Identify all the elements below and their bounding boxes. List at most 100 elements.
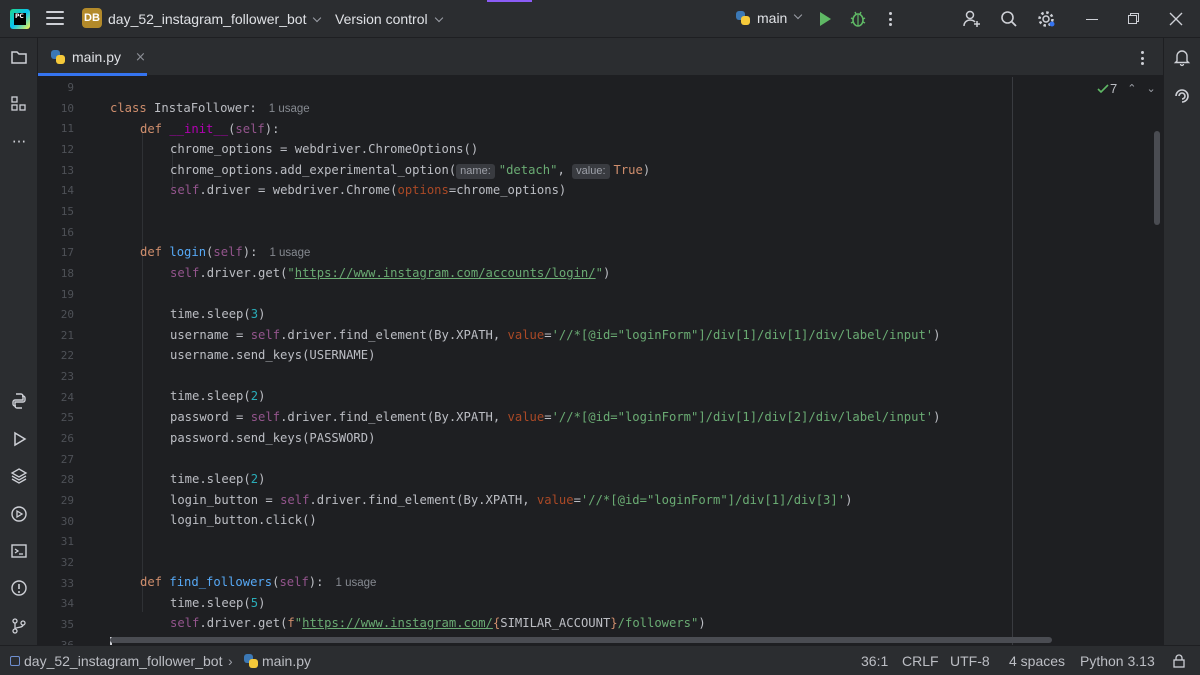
line-number: 24 <box>60 390 74 404</box>
git-icon[interactable] <box>8 616 30 638</box>
line-number: 11 <box>60 122 74 136</box>
code-line-10: class InstaFollower: 1 usage <box>110 101 310 115</box>
usage-hint: 1 usage <box>335 577 377 589</box>
tab-options-icon[interactable] <box>1132 48 1152 68</box>
right-tool-strip <box>1163 38 1200 645</box>
minimize-icon[interactable] <box>1082 9 1102 29</box>
file-encoding[interactable]: UTF-8 <box>950 653 990 669</box>
line-number: 32 <box>60 555 74 569</box>
code-line-13: chrome_options.add_experimental_option(n… <box>170 163 651 179</box>
project-module-icon <box>10 656 20 666</box>
main-menu-icon[interactable] <box>46 11 64 27</box>
project-badge[interactable]: DB <box>82 8 102 28</box>
code-line-18: self.driver.get("https://www.instagram.c… <box>170 266 611 280</box>
line-number: 15 <box>60 204 74 218</box>
version-control-menu[interactable]: Version control <box>335 11 443 27</box>
code-line-22: username.send_keys(USERNAME) <box>170 348 376 362</box>
tab-main-py[interactable]: main.py × <box>38 38 147 76</box>
line-number: 19 <box>60 287 74 301</box>
editor-tab-bar: main.py × <box>38 38 1163 76</box>
line-number: 28 <box>60 473 74 487</box>
line-number: 23 <box>60 370 74 384</box>
problems-icon[interactable] <box>8 578 30 600</box>
code-line-24: time.sleep(2) <box>170 389 266 403</box>
code-line-14: self.driver = webdriver.Chrome(options=c… <box>170 183 567 197</box>
project-selector[interactable]: day_52_instagram_follower_bot <box>108 11 322 27</box>
line-number: 18 <box>60 266 74 280</box>
code-line-33: def find_followers(self): 1 usage <box>140 575 377 589</box>
code-line-17: def login(self): 1 usage <box>140 245 311 259</box>
horizontal-scrollbar[interactable] <box>110 637 1052 643</box>
python-icon <box>735 10 751 26</box>
line-number: 22 <box>60 349 74 363</box>
line-number: 31 <box>60 535 74 549</box>
run-icon[interactable] <box>816 9 836 29</box>
breadcrumb-separator: › <box>228 653 233 669</box>
inspection-widget[interactable]: 7 ⌃ ⌄ <box>1096 81 1156 96</box>
code-line-35: self.driver.get(f"https://www.instagram.… <box>170 616 706 630</box>
code-editor[interactable]: 9 10 11 12 13 14 15 16 17 18 19 20 21 22 23 24 25 26 27 28 2… <box>38 77 1163 645</box>
tab-label: main.py <box>72 49 122 65</box>
debug-icon[interactable] <box>848 9 868 29</box>
search-icon[interactable] <box>999 9 1019 29</box>
checkmark-icon <box>1097 83 1109 93</box>
code-line-11: def __init__(self): <box>140 122 280 136</box>
code-line-30: login_button.click() <box>170 513 317 527</box>
indent-setting[interactable]: 4 spaces <box>1009 653 1065 669</box>
code-line-26: password.send_keys(PASSWORD) <box>170 431 376 445</box>
right-margin-guide <box>1012 77 1013 645</box>
services-icon[interactable] <box>8 504 30 526</box>
ai-assistant-icon[interactable] <box>1171 84 1193 106</box>
code-line-21: username = self.driver.find_element(By.X… <box>170 328 941 342</box>
inspection-count: 7 <box>1110 81 1118 96</box>
line-number: 16 <box>60 225 74 239</box>
code-line-34: time.sleep(5) <box>170 596 266 610</box>
usage-hint: 1 usage <box>269 247 311 259</box>
lock-icon[interactable] <box>1172 654 1186 671</box>
line-number-gutter: 9 10 11 12 13 14 15 16 17 18 19 20 21 22 23 24 25 26 27 28 2… <box>38 77 110 645</box>
more-tools-icon[interactable]: ··· <box>8 131 30 153</box>
line-number: 20 <box>60 308 74 322</box>
param-hint-value: value: <box>572 164 610 179</box>
next-highlight-icon[interactable]: ⌄ <box>1146 82 1155 95</box>
breadcrumb-project[interactable]: day_52_instagram_follower_bot <box>24 653 222 669</box>
line-number: 9 <box>67 81 74 94</box>
python-console-icon[interactable] <box>8 391 30 413</box>
line-number: 29 <box>60 494 74 507</box>
status-bar: day_52_instagram_follower_bot › main.py … <box>0 645 1200 675</box>
add-user-icon[interactable] <box>962 9 982 29</box>
chevron-down-icon <box>313 13 322 23</box>
run-config-label: main <box>757 10 788 26</box>
code-area[interactable]: class InstaFollower: 1 usage def __init__… <box>110 77 1010 645</box>
active-tab-underline <box>38 73 147 76</box>
project-folder-icon[interactable] <box>8 47 30 69</box>
terminal-icon[interactable] <box>8 541 30 563</box>
line-number: 12 <box>60 142 74 156</box>
previous-highlight-icon[interactable]: ⌃ <box>1127 82 1136 95</box>
python-interpreter[interactable]: Python 3.13 <box>1080 653 1155 669</box>
url-link: https://www.instagram.com/ <box>302 616 493 630</box>
pycharm-logo-icon[interactable]: PC <box>10 9 30 29</box>
line-number: 17 <box>60 246 74 260</box>
code-line-20: time.sleep(3) <box>170 307 266 321</box>
run-tool-icon[interactable] <box>8 429 30 451</box>
more-actions-icon[interactable] <box>880 9 900 29</box>
notifications-bell-icon[interactable] <box>1171 47 1193 69</box>
caret-position[interactable]: 36:1 <box>861 653 888 669</box>
layers-icon[interactable] <box>8 466 30 488</box>
title-bar: PC DB day_52_instagram_follower_bot Vers… <box>0 0 1200 38</box>
line-number: 21 <box>60 328 74 342</box>
vertical-scrollbar[interactable] <box>1154 131 1160 225</box>
line-number: 27 <box>60 452 74 466</box>
restore-icon[interactable] <box>1124 9 1144 29</box>
close-tab-icon[interactable]: × <box>135 50 146 65</box>
project-name: day_52_instagram_follower_bot <box>108 11 307 27</box>
breadcrumb-file[interactable]: main.py <box>262 653 311 669</box>
vcs-label: Version control <box>335 11 428 27</box>
line-separator[interactable]: CRLF <box>902 653 939 669</box>
run-config-selector[interactable]: main <box>735 10 803 26</box>
close-window-icon[interactable] <box>1166 9 1186 29</box>
structure-icon[interactable] <box>8 94 30 116</box>
code-line-12: chrome_options = webdriver.ChromeOptions… <box>170 142 479 156</box>
settings-gear-icon[interactable] <box>1036 9 1056 29</box>
